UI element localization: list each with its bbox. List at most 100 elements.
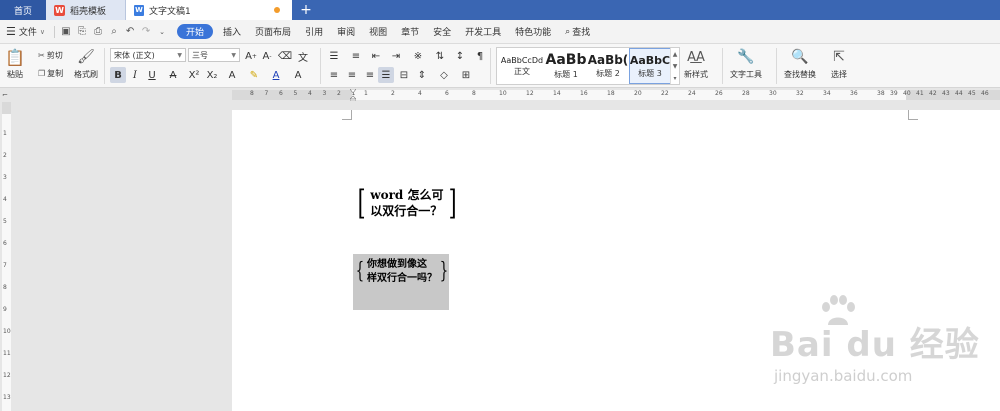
ruler-number: 26 <box>715 90 723 97</box>
combined-text-brackets[interactable]: [ word 怎么可 以双行合一？ ] <box>355 186 459 220</box>
grow-font-icon[interactable]: A + <box>243 48 259 64</box>
style-normal[interactable]: AaBbCcDd 正文 <box>499 48 545 84</box>
chinese-layout-icon[interactable]: ※ <box>410 48 426 64</box>
format-painter-icon: 🖌 <box>77 49 95 65</box>
tab-insert[interactable]: 插入 <box>216 20 248 44</box>
chevron-up-icon[interactable]: ▲ <box>673 51 678 58</box>
file-menu-button[interactable]: ☰ 文件 ∨ <box>0 25 51 38</box>
ruler-number: 2 <box>337 90 341 97</box>
tab-selector-icon[interactable]: ⌐ <box>2 91 8 99</box>
redo-icon[interactable]: ↷ <box>138 24 154 40</box>
superscript-icon[interactable]: X² <box>186 67 202 83</box>
vertical-ruler[interactable]: 1 2 3 4 5 6 7 8 9 10 11 12 13 <box>0 102 12 411</box>
ruler-number: 46 <box>981 90 989 97</box>
tab-page-layout[interactable]: 页面布局 <box>248 20 298 44</box>
find-replace-button[interactable]: 🔍 查找替换 <box>784 47 816 80</box>
search-button[interactable]: ⌕ 查找 <box>558 20 597 44</box>
bullets-icon[interactable]: ☰ <box>326 48 342 64</box>
decrease-indent-icon[interactable]: ⇤ <box>368 48 384 64</box>
horizontal-ruler[interactable]: ⌐ 87654321 1 2 4 6 8 10 12 14 16 18 20 22 24 26 28 30 32… <box>0 88 1000 102</box>
indent-marker-icon[interactable] <box>350 89 356 101</box>
combined-text-braces[interactable]: { 你想做到像这 样双行合一吗？ } <box>353 258 451 286</box>
text-effect-icon[interactable]: A <box>224 67 240 83</box>
save-icon[interactable]: ▣ <box>58 24 74 40</box>
vruler-number: 7 <box>3 262 7 269</box>
copy-button[interactable]: ❐ 复制 <box>38 68 63 79</box>
line-spacing-icon[interactable]: ↕ <box>452 48 468 64</box>
cut-button[interactable]: ✂ 剪切 <box>38 50 63 61</box>
style-heading-3[interactable]: AaBbC 标题 3 <box>629 48 671 84</box>
clear-format-icon[interactable]: ⌫ <box>277 48 293 64</box>
undo-icon[interactable]: ↶ <box>122 24 138 40</box>
font-size-select[interactable]: 三号 ▼ <box>188 48 240 62</box>
borders-icon[interactable]: ⊞ <box>458 67 474 83</box>
tab-developer[interactable]: 开发工具 <box>458 20 508 44</box>
tab-features[interactable]: 特色功能 <box>508 20 558 44</box>
align-center-icon[interactable]: ≡ <box>344 67 360 83</box>
font-name-value: 宋体 (正文) <box>114 50 155 60</box>
chevron-down-icon[interactable]: ▼ <box>673 63 678 70</box>
increase-indent-icon[interactable]: ⇥ <box>388 48 404 64</box>
text-tools-button[interactable]: 🔧 文字工具 <box>730 47 762 80</box>
find-replace-label: 查找替换 <box>784 70 816 79</box>
underline-button[interactable]: U <box>144 67 160 83</box>
tab-document[interactable]: W 文字文稿1 <box>126 0 292 20</box>
vruler-number: 3 <box>3 174 7 181</box>
ribbon: 📋 粘贴 ✂ 剪切 ❐ 复制 🖌 格式刷 宋体 (正文) ▼ 三号 ▼ A + A… <box>0 44 1000 88</box>
italic-button[interactable]: I <box>127 67 143 83</box>
new-style-icon: A͟A <box>687 49 705 65</box>
new-tab-button[interactable]: + <box>292 0 320 20</box>
distribute-icon[interactable]: ⊟ <box>396 67 412 83</box>
style-heading-1[interactable]: AaBb 标题 1 <box>545 48 587 84</box>
new-style-button[interactable]: A͟A 新样式 <box>684 47 708 80</box>
print-preview-icon[interactable]: ⌕ <box>106 24 122 40</box>
style-label: 标题 2 <box>596 69 620 78</box>
font-name-select[interactable]: 宋体 (正文) ▼ <box>110 48 186 62</box>
expand-icon[interactable]: ▾ <box>673 75 676 82</box>
shading-icon[interactable]: ◇ <box>436 67 452 83</box>
select-label: 选择 <box>831 70 847 79</box>
numbering-icon[interactable]: ≡ <box>348 48 364 64</box>
sort-icon[interactable]: ⇅ <box>432 48 448 64</box>
phonetic-guide-icon[interactable]: 文 <box>295 48 311 64</box>
tab-security[interactable]: 安全 <box>426 20 458 44</box>
vruler-number: 1 <box>3 130 7 137</box>
ruler-number: 5 <box>293 90 298 97</box>
tab-chapter[interactable]: 章节 <box>394 20 426 44</box>
shrink-font-icon[interactable]: A- <box>259 48 275 64</box>
strikethrough-icon[interactable]: A <box>165 67 181 83</box>
tab-review[interactable]: 审阅 <box>330 20 362 44</box>
ruler-number: 24 <box>688 90 696 97</box>
align-left-icon[interactable]: ≡ <box>326 67 342 83</box>
vruler-number: 12 <box>3 372 11 379</box>
ruler-number: 4 <box>418 90 422 97</box>
ruler-number: 44 <box>955 90 963 97</box>
justify-icon[interactable]: ☰ <box>378 67 394 83</box>
tab-view[interactable]: 视图 <box>362 20 394 44</box>
char-shading-icon[interactable]: A <box>290 67 306 83</box>
export-pdf-icon[interactable]: ⎘ <box>74 24 90 40</box>
align-right-icon[interactable]: ≡ <box>362 67 378 83</box>
tab-templates[interactable]: W 稻壳模板 <box>46 0 126 20</box>
format-painter-button[interactable]: 🖌 格式刷 <box>74 47 98 80</box>
customize-toolbar-chevron-icon[interactable]: ⌄ <box>154 24 170 40</box>
paragraph-spacing-icon[interactable]: ⇕ <box>414 67 430 83</box>
show-marks-icon[interactable]: ¶ <box>472 48 488 64</box>
highlight-icon[interactable]: ✎ <box>246 67 262 83</box>
tab-start[interactable]: 开始 <box>177 24 214 39</box>
paste-button[interactable]: 📋 粘贴 <box>5 47 25 80</box>
tab-references[interactable]: 引用 <box>298 20 330 44</box>
subscript-icon[interactable]: X₂ <box>204 67 220 83</box>
select-button[interactable]: ⇱ 选择 <box>830 47 848 80</box>
ruler-number: 12 <box>526 90 534 97</box>
style-heading-2[interactable]: AaBb( 标题 2 <box>587 48 629 84</box>
bold-button[interactable]: B <box>110 67 126 83</box>
gallery-scrollbar[interactable]: ▲ ▼ ▾ <box>670 48 679 84</box>
tab-home[interactable]: 首页 <box>0 0 46 20</box>
menu-bar: ☰ 文件 ∨ ▣ ⎘ ⎙ ⌕ ↶ ↷ ⌄ 开始 插入 页面布局 引用 审阅 视图… <box>0 20 1000 44</box>
font-color-icon[interactable]: A <box>268 67 284 83</box>
combined-line-1: word 怎么可 <box>370 188 444 202</box>
margin-corner-mark <box>342 110 352 120</box>
print-icon[interactable]: ⎙ <box>90 24 106 40</box>
combined-line-2: 样双行合一吗？ <box>367 273 437 284</box>
